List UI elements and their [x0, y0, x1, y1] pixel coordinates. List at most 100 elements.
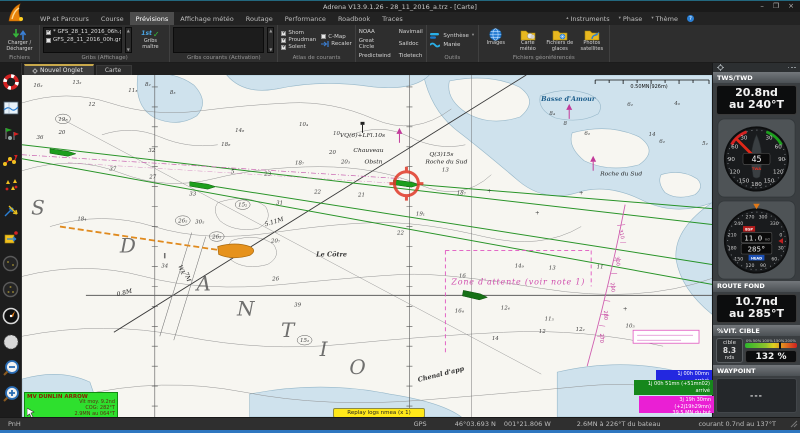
- instrument-dial2-icon[interactable]: [1, 279, 21, 300]
- waypoint-value: ---: [716, 378, 797, 413]
- grib-item-00h[interactable]: GFS_28_11_2016_00h.grib2: [44, 36, 121, 44]
- tab-nouvel-onglet[interactable]: Nouvel Onglet: [24, 64, 94, 75]
- scroll-down-icon[interactable]: ▼: [269, 47, 272, 52]
- minimize-button[interactable]: –: [760, 1, 764, 12]
- menu-tab-course[interactable]: Course: [95, 12, 130, 25]
- svg-text:TWA: TWA: [752, 167, 761, 171]
- help-button[interactable]: ?: [687, 15, 694, 22]
- menu-tab-traces[interactable]: Traces: [376, 12, 409, 25]
- menu-tab-affichage-meteo[interactable]: Affichage météo: [174, 12, 239, 25]
- route-fond-label: ROUTE FOND: [713, 280, 800, 292]
- zoom-in-button[interactable]: [1, 383, 21, 404]
- wind-arrows-icon[interactable]: [1, 201, 21, 222]
- status-mode: PnH: [8, 420, 21, 428]
- svg-text:4₉: 4₉: [673, 101, 680, 107]
- charger-decharger-button[interactable]: Charger / Décharger: [3, 28, 36, 53]
- menu-tab-wp-et-parcours[interactable]: WP et Parcours: [34, 12, 95, 25]
- fournisseur-tidetech[interactable]: Tidetech: [399, 53, 423, 59]
- fichiers-glaces-button[interactable]: Fichiers de glaces: [546, 28, 574, 52]
- status-position: 46°03.693 N 001°21.806 W: [454, 420, 551, 428]
- chart-map-icon[interactable]: [1, 97, 21, 118]
- marks-cluster-icon[interactable]: [1, 175, 21, 196]
- bsp-readout: 11.0: [744, 233, 762, 242]
- photos-satellites-button[interactable]: Photos satellites: [578, 28, 606, 52]
- maximize-button[interactable]: ❐: [773, 1, 779, 12]
- checkbox-checked-icon[interactable]: [281, 29, 287, 36]
- svg-text:18₇: 18₇: [295, 161, 305, 167]
- check-cmap[interactable]: C-Map: [321, 34, 352, 40]
- gribs-list[interactable]: * GFS_28_11_2016_06h.grib2 GFS_28_11_201…: [43, 27, 123, 53]
- gribs-maitre-button[interactable]: 1st ✓ Gribs maître: [135, 30, 167, 51]
- svg-text:Roche du Sud: Roche du Sud: [424, 159, 467, 166]
- carte-meteo-button[interactable]: Carte météo: [514, 28, 542, 52]
- resize-grip-icon[interactable]: [790, 420, 798, 428]
- svg-text:19₁: 19₁: [416, 212, 425, 218]
- instruments-menu[interactable]: ▴ Instruments: [566, 15, 609, 23]
- wind-cone-icon[interactable]: [1, 305, 21, 326]
- panel-options-icon[interactable]: [787, 66, 796, 69]
- svg-text:60: 60: [731, 144, 739, 150]
- load-unload-icon: [12, 28, 27, 40]
- fournisseur-navimail[interactable]: Navimail: [399, 29, 423, 35]
- gribs-courants-list[interactable]: [173, 27, 265, 53]
- svg-text:240: 240: [734, 221, 743, 227]
- svg-text:120: 120: [729, 169, 740, 175]
- svg-text:11: 11: [597, 264, 604, 270]
- fournisseur-noaa[interactable]: NOAA: [359, 29, 391, 35]
- checkbox-icon[interactable]: [46, 37, 51, 43]
- checkbox-icon[interactable]: [321, 34, 327, 39]
- chart-area[interactable]: 16₂ 13₂ 8₂ 11₃ 8₃ 12 20 36 32 37 27 33 18₄ 34 30₅ 31 20₇…: [22, 75, 714, 421]
- menu-tab-routage[interactable]: Routage: [240, 12, 279, 25]
- tab-carte[interactable]: Carte: [95, 65, 133, 75]
- checkbox-checked-icon[interactable]: [281, 36, 287, 43]
- images-button[interactable]: Images: [482, 28, 510, 47]
- synthese-icon: [430, 32, 440, 39]
- synthese-button[interactable]: Synthèse ▾: [430, 32, 474, 39]
- close-button[interactable]: ×: [788, 1, 794, 12]
- checkbox-checked-icon[interactable]: [46, 28, 52, 35]
- menu-tab-previsions[interactable]: Prévisions: [129, 12, 175, 25]
- gear-icon[interactable]: [717, 64, 724, 71]
- svg-text:20: 20: [328, 150, 336, 156]
- menu-tab-roadbook[interactable]: Roadbook: [332, 12, 376, 25]
- svg-text:12: 12: [539, 329, 546, 335]
- group-gribs-affichage: * GFS_28_11_2016_06h.grib2 GFS_28_11_201…: [40, 25, 171, 62]
- svg-text:Zone d'attente (voir note 1): Zone d'attente (voir note 1): [450, 277, 585, 286]
- instrument-panel-header: [713, 63, 800, 72]
- check-solent[interactable]: Solent: [281, 43, 316, 50]
- route-marks-icon[interactable]: [1, 149, 21, 170]
- scroll-up-icon[interactable]: ▲: [127, 28, 130, 33]
- checkbox-checked-icon[interactable]: [281, 43, 287, 50]
- gribs-courants-scrollbar[interactable]: ▲ ▼: [267, 27, 275, 53]
- phase-menu[interactable]: ▾ Phase: [619, 15, 643, 23]
- chevron-down-icon: ▾: [618, 16, 621, 21]
- fournisseur-great-circle[interactable]: Great Circle: [359, 38, 391, 50]
- fournisseur-predictwind[interactable]: Predictwind: [359, 53, 391, 59]
- group-fichiers: Charger / Décharger Fichiers: [0, 25, 40, 62]
- zoom-out-button[interactable]: [1, 357, 21, 378]
- instrument-dial-icon[interactable]: [1, 253, 21, 274]
- pan-tool-icon[interactable]: [1, 331, 21, 352]
- regatta-box-icon[interactable]: [1, 227, 21, 248]
- twa-readout: 45: [751, 154, 761, 164]
- fournisseur-saildoc[interactable]: Saildoc: [399, 41, 423, 47]
- mob-lifebuoy-icon[interactable]: [1, 71, 21, 92]
- svg-text:180: 180: [728, 245, 737, 251]
- gribs-list-scrollbar[interactable]: ▲ ▼: [125, 27, 132, 53]
- maree-button[interactable]: Marée: [430, 42, 474, 48]
- theme-menu[interactable]: ▾ Thème: [651, 15, 678, 23]
- svg-text:Q(3)15s: Q(3)15s: [429, 151, 453, 158]
- scroll-down-icon[interactable]: ▼: [127, 47, 130, 52]
- recaler-button[interactable]: Recaler: [321, 40, 352, 47]
- scroll-up-icon[interactable]: ▲: [269, 28, 272, 33]
- svg-text:270: 270: [598, 333, 604, 342]
- svg-text:13: 13: [549, 265, 556, 271]
- start-line-icon[interactable]: [1, 123, 21, 144]
- svg-text:30₅: 30₅: [195, 220, 205, 226]
- own-boat[interactable]: [217, 243, 255, 259]
- svg-text:7M: 7M: [182, 271, 192, 284]
- group-gribs-courants: ▲ ▼ Gribs courants (Activation): [170, 25, 279, 62]
- grib-item-06h[interactable]: * GFS_28_11_2016_06h.grib2: [44, 28, 121, 36]
- nautical-chart[interactable]: 16₂ 13₂ 8₂11₃ 8₃1220363237273318₄3430₅3120₇…: [22, 75, 712, 417]
- menu-tab-performance[interactable]: Performance: [279, 12, 332, 25]
